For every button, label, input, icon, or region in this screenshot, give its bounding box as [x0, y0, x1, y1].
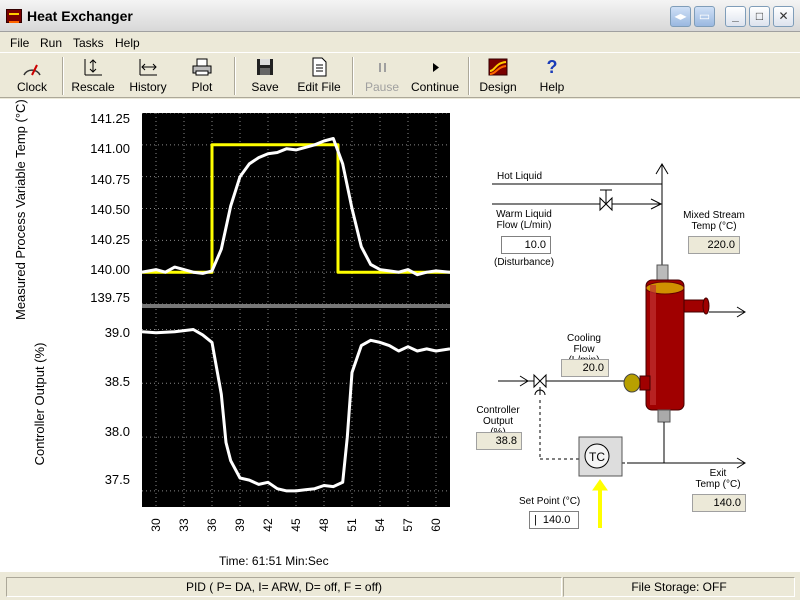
top-fitting — [656, 264, 669, 281]
mixed-stream-label: Mixed Stream Temp (°C) — [683, 210, 745, 232]
warm-flow-input[interactable]: 10.0 — [501, 236, 551, 254]
setpoint-label: Set Point (°C) — [519, 496, 581, 507]
status-bar: PID ( P= DA, I= ARW, D= off, F = off) Fi… — [0, 572, 800, 600]
text-cursor: | — [534, 514, 537, 526]
status-storage: File Storage: OFF — [563, 577, 795, 597]
exit-temp-value: 140.0 — [692, 494, 746, 512]
disturbance-label: (Disturbance) — [494, 257, 555, 268]
controller-output-value: 38.8 — [476, 432, 522, 450]
status-pid: PID ( P= DA, I= ARW, D= off, F = off) — [6, 577, 562, 597]
exit-temp-label: Exit Temp (°C) — [695, 468, 741, 490]
tc-label: TC — [589, 450, 605, 464]
hot-liquid-label: Hot Liquid — [497, 171, 543, 182]
cooling-valve-icon[interactable] — [533, 373, 547, 389]
process-diagram: TC — [492, 163, 746, 528]
cooling-flow-value: 20.0 — [561, 359, 609, 377]
cooling-inlet-fitting — [623, 373, 641, 393]
setpoint-input-value: 140.0 — [542, 514, 571, 526]
mixed-stream-value: 220.0 — [688, 236, 740, 254]
setpoint-input[interactable]: | 140.0 — [529, 511, 579, 529]
warm-liquid-label: Warm Liquid Flow (L/min) — [496, 209, 552, 231]
